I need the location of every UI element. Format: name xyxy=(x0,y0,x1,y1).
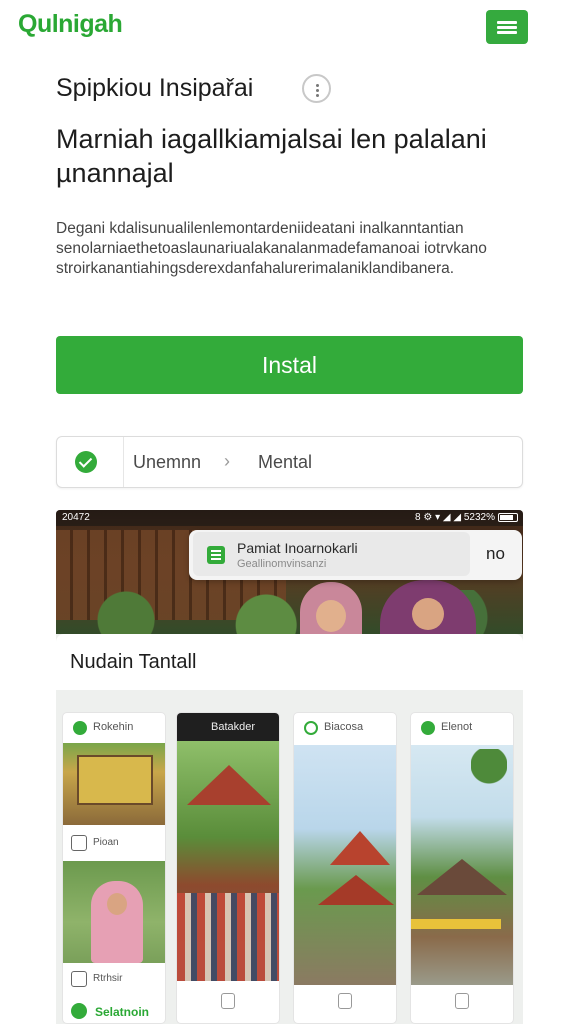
notification-title: Pamiat Inoarnokarli xyxy=(237,540,358,556)
install-button[interactable]: Instal xyxy=(56,336,523,394)
document-icon xyxy=(207,546,225,564)
card-header-label: Batakder xyxy=(211,721,256,733)
check-circle-icon xyxy=(71,1003,87,1019)
pavilion-photo xyxy=(294,745,396,985)
edit-icon xyxy=(71,971,87,987)
chevron-right-icon: › xyxy=(224,451,230,471)
preview-card[interactable]: Elenot xyxy=(410,712,514,1024)
app-description: Degani kdalisunualilenlemontardeniideata… xyxy=(56,220,487,277)
bookmark-icon[interactable] xyxy=(338,993,352,1009)
status-bar: 20472 8 ⚙ ▾ ◢ ◢ 5232% xyxy=(56,510,523,526)
hamburger-menu-icon xyxy=(497,21,517,24)
preview-card[interactable]: Rokehin Pioan Rtrhsir Selatnoin xyxy=(62,712,166,1024)
card-header-label: Biacosa xyxy=(324,721,364,733)
app-subtitle: Spipkiou Insipařai xyxy=(56,74,254,102)
status-icons: 8 ⚙ ▾ ◢ ◢ 5232% xyxy=(415,512,495,523)
breadcrumb: Unemnn › Mental xyxy=(56,436,523,488)
card-footer-label[interactable]: Selatnoin xyxy=(95,1005,149,1019)
info-icon[interactable] xyxy=(302,74,331,103)
bookmark-icon[interactable] xyxy=(455,993,469,1009)
preview-card[interactable]: Batakder xyxy=(176,712,280,1024)
notification-banner[interactable]: Pamiat Inoarnokarli Geallinomvinsanzi no xyxy=(189,530,522,580)
warning-icon xyxy=(421,721,435,735)
breadcrumb-item-second[interactable]: Mental xyxy=(258,452,312,473)
edit-icon xyxy=(71,835,87,851)
bookmark-icon[interactable] xyxy=(221,993,235,1009)
card-header-label: Rokehin xyxy=(93,721,134,733)
battery-icon xyxy=(498,513,518,522)
card-header-label: Elenot xyxy=(441,721,473,733)
menu-button[interactable] xyxy=(486,10,528,44)
card-caption: Rtrhsir xyxy=(93,973,123,984)
status-time: 20472 xyxy=(62,512,90,523)
card-caption: Pioan xyxy=(93,837,119,848)
page-title: Marniah iagallkiamjalsai len palalani µn… xyxy=(56,124,487,188)
app-header: Qulnigah xyxy=(0,0,576,60)
preview-card[interactable]: Biacosa xyxy=(293,712,397,1024)
app-screenshot-preview[interactable]: 20472 8 ⚙ ▾ ◢ ◢ 5232% Pamiat Inoarnokarl… xyxy=(56,510,523,1024)
status-dot-icon xyxy=(73,721,87,735)
app-logo[interactable]: Qulnigah xyxy=(18,10,123,39)
section-title: Nudain Tantall xyxy=(70,651,197,673)
notification-subtitle: Geallinomvinsanzi xyxy=(237,558,327,570)
notification-action[interactable]: no xyxy=(486,544,505,564)
breadcrumb-item-first[interactable]: Unemnn xyxy=(133,452,201,473)
check-circle-icon xyxy=(75,451,97,473)
content-section: Nudain Tantall Rokehin Pioan Rtrhsir Sel… xyxy=(56,634,523,1024)
clock-icon xyxy=(304,721,318,735)
